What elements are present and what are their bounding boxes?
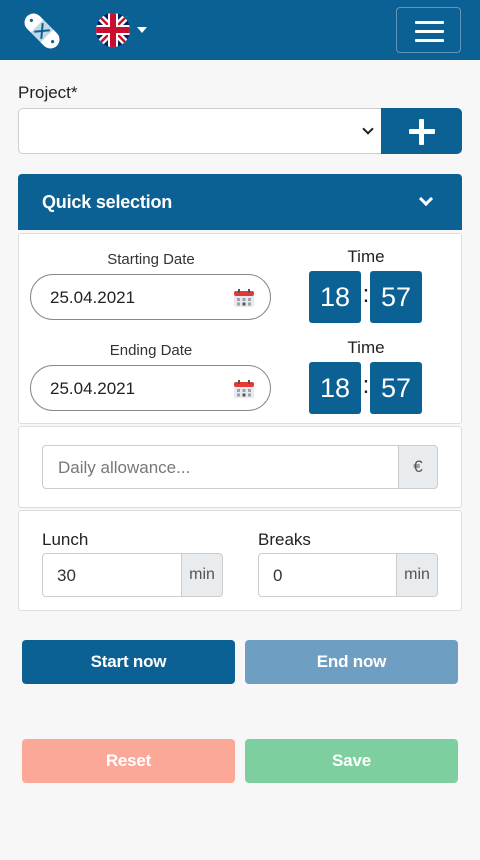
project-select[interactable] <box>18 108 382 154</box>
add-project-button[interactable] <box>381 108 462 154</box>
ending-date-label: Ending Date <box>109 342 193 359</box>
end-hour-box[interactable]: 18 <box>309 362 361 414</box>
end-now-button[interactable]: End now <box>245 640 458 684</box>
allowance-card: Daily allowance... € <box>18 426 462 508</box>
hamburger-icon <box>415 21 444 24</box>
start-time-label: Time <box>347 247 385 266</box>
breaks-unit-addon: min <box>396 553 438 597</box>
start-minute-box[interactable]: 57 <box>370 271 422 323</box>
starting-date-label: Starting Date <box>107 251 195 268</box>
start-hour-box[interactable]: 18 <box>309 271 361 323</box>
calendar-icon <box>234 289 254 307</box>
starting-date-input[interactable]: 25.04.2021 <box>30 274 271 320</box>
lunch-label: Lunch <box>42 530 89 549</box>
quick-selection-label: Quick selection <box>42 192 173 212</box>
language-caret-icon <box>137 27 147 33</box>
end-minute-box[interactable]: 57 <box>370 362 422 414</box>
start-now-button[interactable]: Start now <box>22 640 235 684</box>
lunch-breaks-card: Lunch 30 min Breaks 0 min <box>18 510 462 611</box>
bandage-logo-icon[interactable] <box>18 8 66 54</box>
starting-date-value: 25.04.2021 <box>50 288 136 307</box>
date-time-card: Starting Date 25.04.2021 Time 18 : 57 En… <box>18 233 462 424</box>
lunch-value: 30 <box>57 566 76 585</box>
end-time-label: Time <box>347 338 385 357</box>
select-chevron-icon <box>362 123 374 135</box>
daily-allowance-placeholder: Daily allowance... <box>58 458 191 477</box>
language-selector[interactable] <box>96 13 152 47</box>
daily-allowance-input[interactable]: Daily allowance... <box>42 445 399 489</box>
uk-flag-icon <box>96 13 130 47</box>
top-navbar <box>0 0 480 60</box>
lunch-unit-addon: min <box>181 553 223 597</box>
reset-button[interactable]: Reset <box>22 739 235 783</box>
lunch-input[interactable]: 30 <box>42 553 182 597</box>
project-label: Project* <box>18 83 78 102</box>
quick-selection-toggle[interactable]: Quick selection <box>18 174 462 230</box>
calendar-icon <box>234 380 254 398</box>
menu-toggle-button[interactable] <box>396 7 461 53</box>
euro-currency-addon: € <box>398 445 438 489</box>
ending-date-input[interactable]: 25.04.2021 <box>30 365 271 411</box>
chevron-down-icon <box>418 191 434 207</box>
breaks-value: 0 <box>273 566 283 585</box>
breaks-label: Breaks <box>258 530 311 549</box>
ending-date-value: 25.04.2021 <box>50 379 136 398</box>
breaks-input[interactable]: 0 <box>258 553 398 597</box>
save-button[interactable]: Save <box>245 739 458 783</box>
